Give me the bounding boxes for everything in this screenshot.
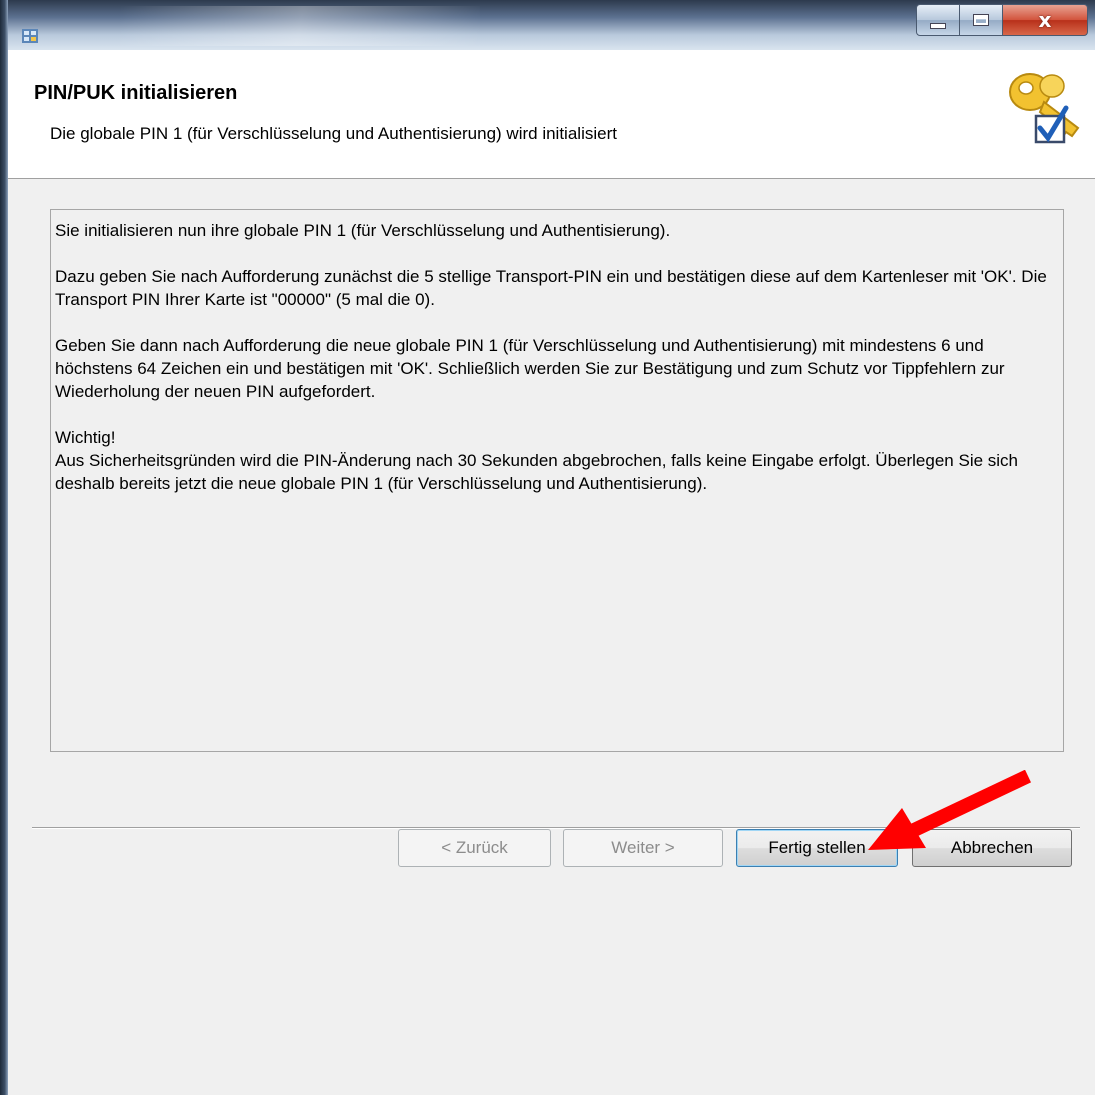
page-title: PIN/PUK initialisieren: [34, 82, 238, 104]
close-button[interactable]: x: [1002, 4, 1088, 36]
finish-button-label: Fertig stellen: [768, 838, 866, 857]
info-text-box: Sie initialisieren nun ihre globale PIN …: [50, 209, 1064, 752]
maximize-button[interactable]: [959, 4, 1003, 36]
finish-button[interactable]: Fertig stellen: [736, 829, 898, 867]
next-button-label: Weiter >: [611, 838, 675, 857]
minimize-button[interactable]: [916, 4, 960, 36]
back-button-label: < Zurück: [441, 838, 508, 857]
info-paragraph-1: Sie initialisieren nun ihre globale PIN …: [55, 221, 671, 240]
wizard-body: Sie initialisieren nun ihre globale PIN …: [8, 179, 1095, 1095]
app-icon: [22, 29, 38, 43]
info-paragraph-3: Geben Sie dann nach Aufforderung die neu…: [55, 336, 1005, 401]
info-warning-heading: Wichtig!: [55, 428, 116, 447]
close-icon: x: [1038, 8, 1052, 32]
info-paragraph-2: Dazu geben Sie nach Aufforderung zunächs…: [55, 267, 1047, 309]
cancel-button[interactable]: Abbrechen: [912, 829, 1072, 867]
maximize-icon: [973, 14, 989, 26]
next-button[interactable]: Weiter >: [563, 829, 723, 867]
back-button[interactable]: < Zurück: [398, 829, 551, 867]
cancel-button-label: Abbrechen: [950, 838, 1034, 857]
window-frame-edge: [0, 0, 8, 1095]
title-bar[interactable]: x: [0, 0, 1095, 50]
page-subtitle: Die globale PIN 1 (für Verschlüsselung u…: [50, 124, 617, 143]
wizard-header: PIN/PUK initialisieren Die globale PIN 1…: [8, 50, 1095, 179]
info-warning-text: Aus Sicherheitsgründen wird die PIN-Ände…: [55, 451, 1018, 493]
wizard-window: x PIN/PUK initialisieren Die globale PIN…: [0, 0, 1095, 1095]
minimize-icon: [930, 23, 946, 29]
key-checkmark-icon: [1009, 73, 1080, 144]
